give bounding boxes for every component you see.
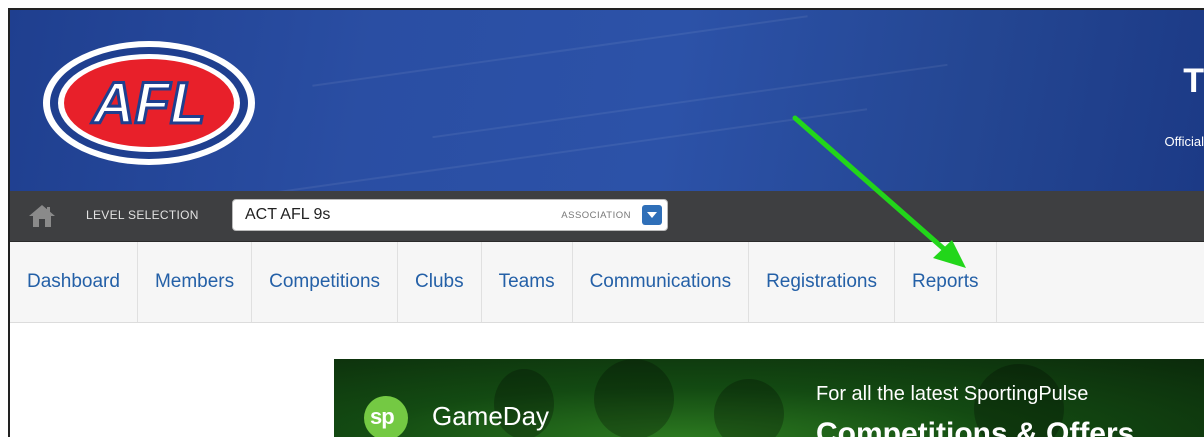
nav-item-teams[interactable]: Teams xyxy=(482,242,573,322)
level-select[interactable]: ACT AFL 9s ASSOCIATION xyxy=(232,199,668,231)
site-header: AFL T Official xyxy=(10,10,1204,191)
nav-item-dashboard[interactable]: Dashboard xyxy=(10,242,138,322)
gameday-promo-banner[interactable]: sp GameDay For all the latest SportingPu… xyxy=(334,359,1204,437)
level-type-label: ASSOCIATION xyxy=(561,210,631,221)
svg-text:AFL: AFL xyxy=(91,71,206,136)
nav-item-clubs[interactable]: Clubs xyxy=(398,242,482,322)
level-selection-bar: LEVEL SELECTION ACT AFL 9s ASSOCIATION xyxy=(10,191,1204,242)
sp-badge-text: sp xyxy=(370,404,395,429)
nav-item-communications[interactable]: Communications xyxy=(573,242,750,322)
promo-headline: Competitions & Offers xyxy=(816,417,1135,437)
nav-item-reports[interactable]: Reports xyxy=(895,242,997,322)
app-frame: AFL T Official LEVEL SELECTION ACT AFL 9… xyxy=(8,8,1204,437)
nav-item-competitions[interactable]: Competitions xyxy=(252,242,399,322)
nav-item-members[interactable]: Members xyxy=(138,242,253,322)
chevron-down-icon[interactable] xyxy=(642,205,662,225)
promo-line: For all the latest SportingPulse xyxy=(816,383,1089,405)
nav-item-registrations[interactable]: Registrations xyxy=(749,242,895,322)
gameday-brand: GameDay xyxy=(432,401,550,431)
level-select-value: ACT AFL 9s xyxy=(245,206,331,223)
site-title-partial: T xyxy=(1183,62,1204,100)
afl-logo[interactable]: AFL xyxy=(40,38,258,168)
home-icon[interactable] xyxy=(28,204,56,228)
site-subtitle-partial: Official xyxy=(1164,134,1204,149)
level-selection-label: LEVEL SELECTION xyxy=(86,208,199,222)
main-nav: Dashboard Members Competitions Clubs Tea… xyxy=(10,242,1204,323)
